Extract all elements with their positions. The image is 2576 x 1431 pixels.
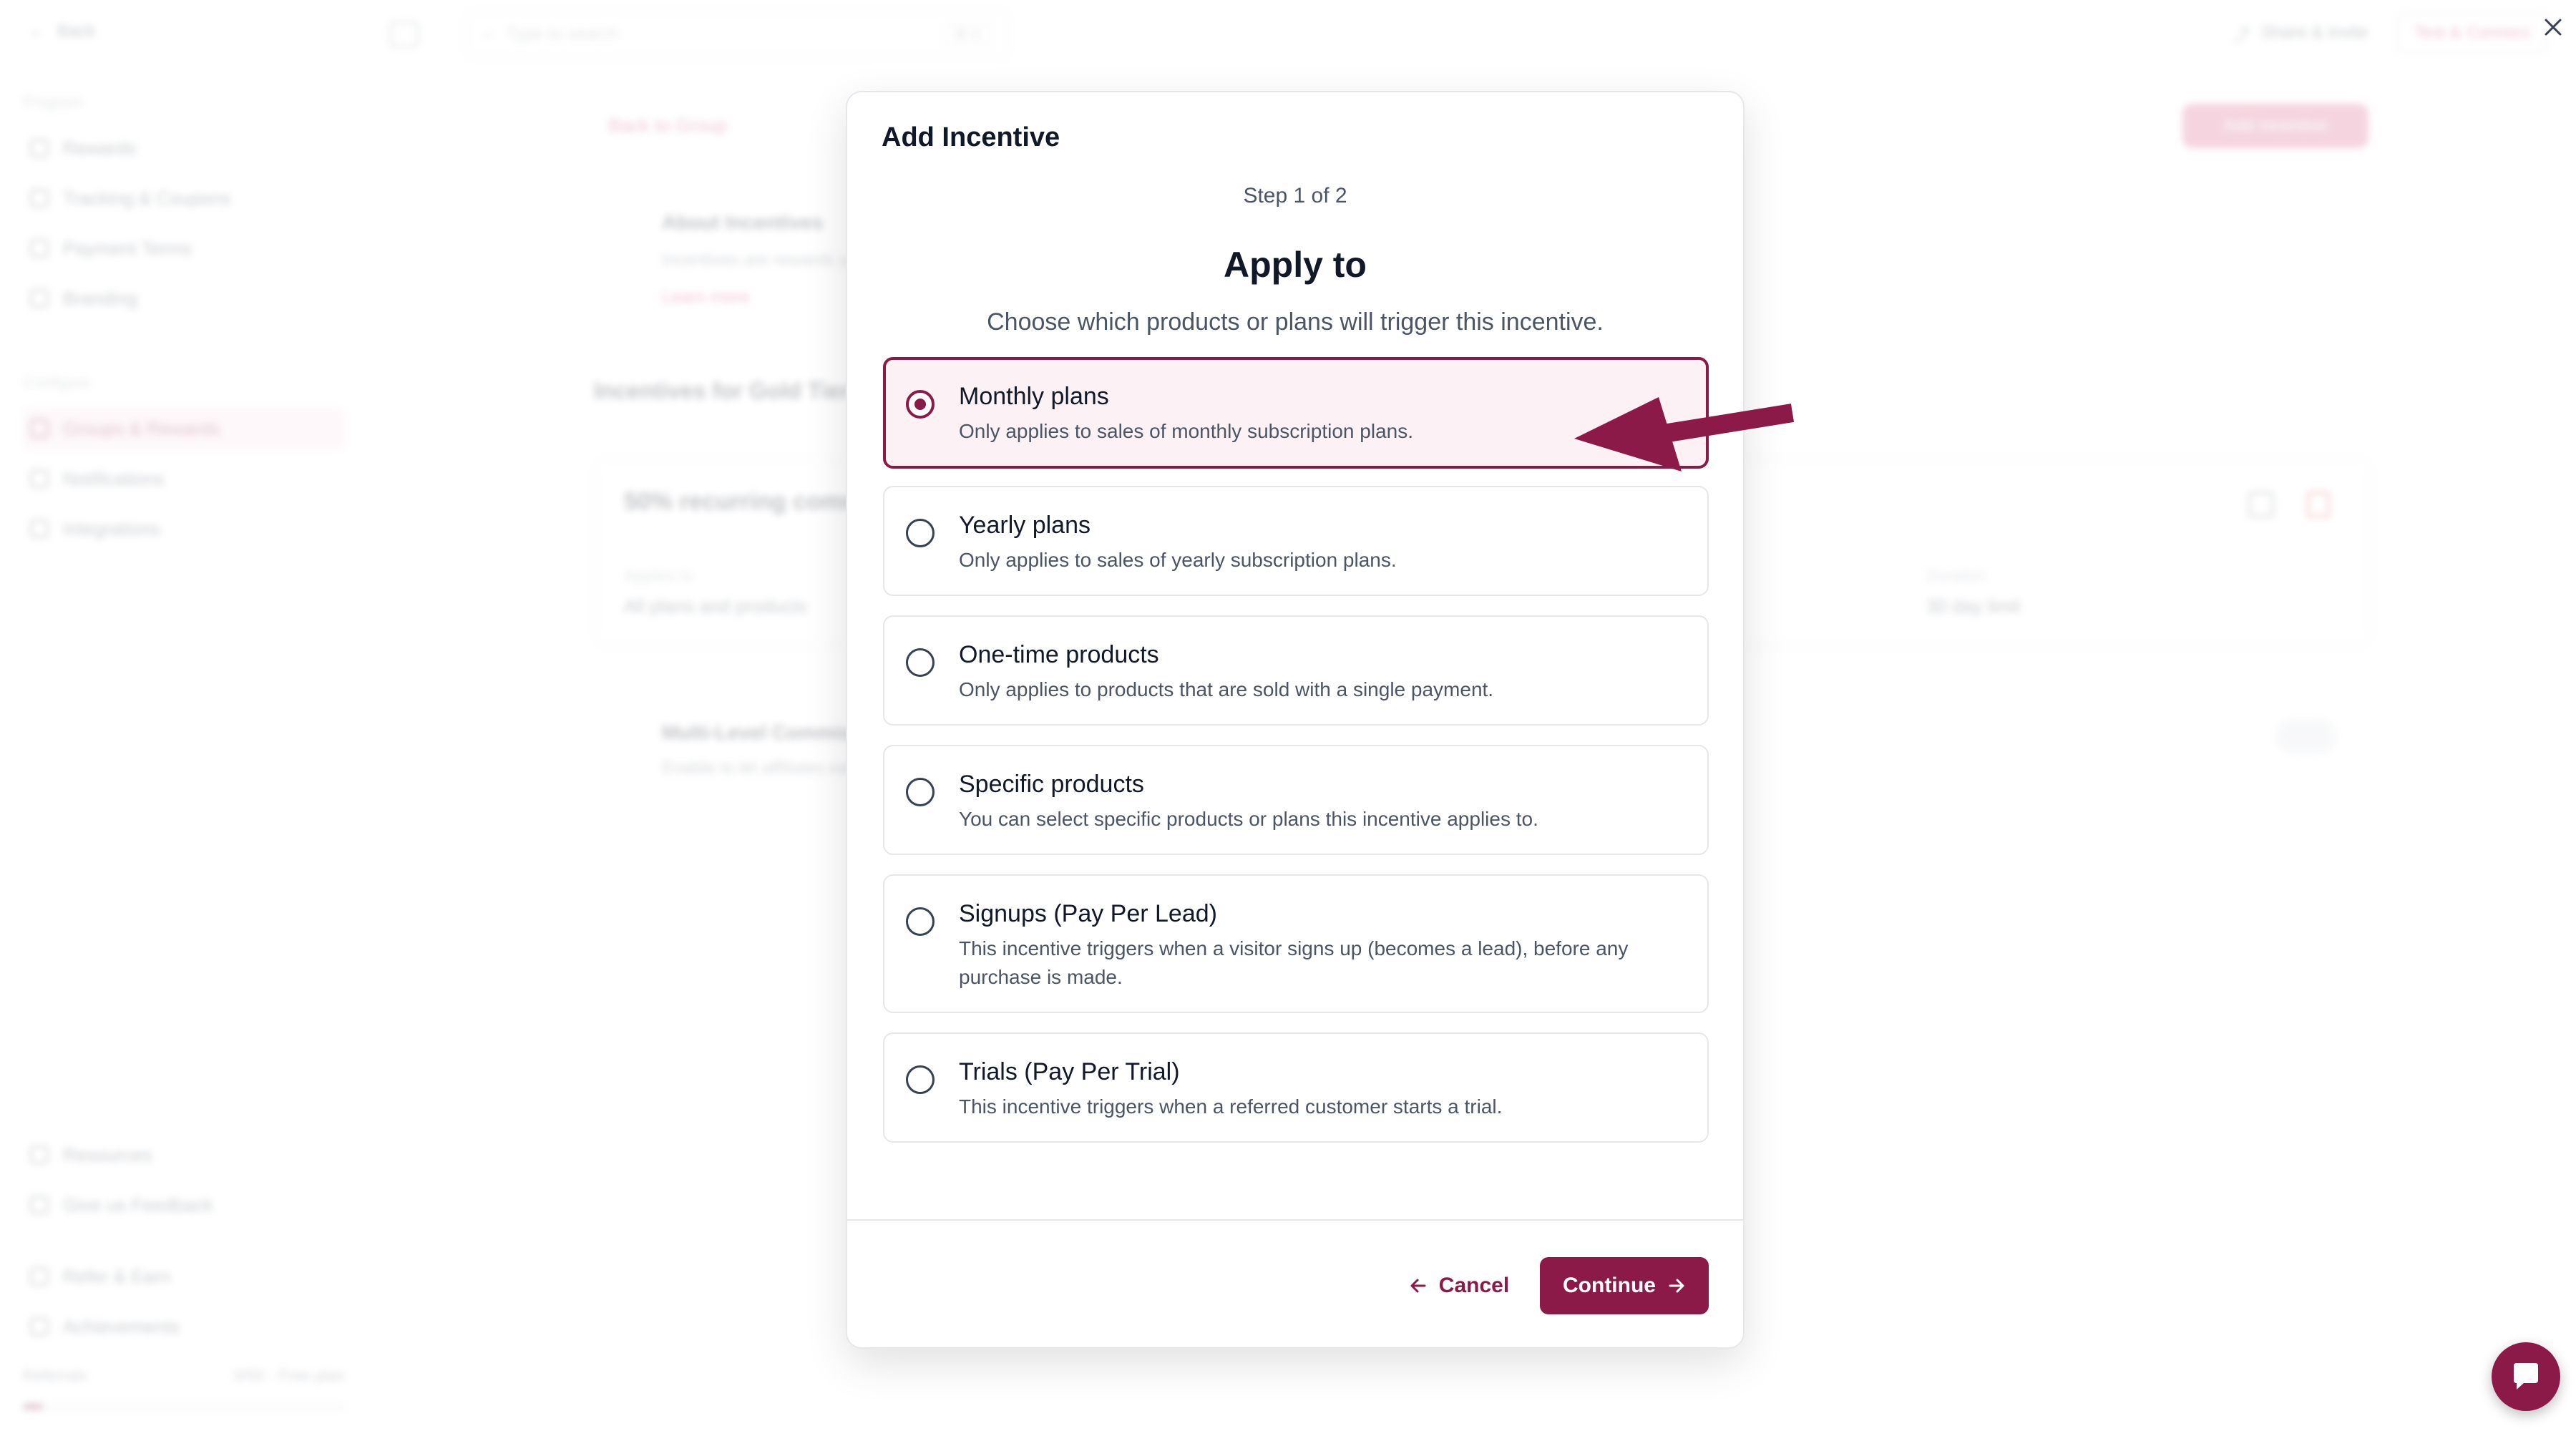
option-description: This incentive triggers when a referred …: [959, 1095, 1503, 1118]
footer-divider: [847, 1219, 1743, 1221]
option-description: Only applies to products that are sold w…: [959, 678, 1494, 700]
radio-one-time-products[interactable]: [906, 648, 935, 677]
option-description: Only applies to sales of yearly subscrip…: [959, 549, 1397, 571]
continue-button[interactable]: Continue: [1540, 1257, 1709, 1314]
arrow-left-icon: [1410, 1279, 1426, 1293]
option-title: Signups (Pay Per Lead): [959, 900, 1217, 927]
option-yearly-plans[interactable]: Yearly plans Only applies to sales of ye…: [883, 486, 1709, 596]
option-one-time-products[interactable]: One-time products Only applies to produc…: [883, 615, 1709, 726]
radio-yearly-plans[interactable]: [906, 519, 935, 547]
radio-specific-products[interactable]: [906, 778, 935, 806]
add-incentive-modal: Add Incentive Step 1 of 2 Apply to Choos…: [846, 91, 1745, 1349]
step-subheading: Choose which products or plans will trig…: [987, 308, 1604, 336]
option-title: Yearly plans: [959, 512, 1091, 539]
chat-bubble-icon[interactable]: [2492, 1342, 2560, 1411]
radio-trials[interactable]: [906, 1065, 935, 1094]
option-title: Specific products: [959, 771, 1144, 798]
option-description: You can select specific products or plan…: [959, 808, 1538, 830]
modal-title: Add Incentive: [882, 122, 1060, 152]
option-title: Trials (Pay Per Trial): [959, 1058, 1180, 1085]
option-description: This incentive triggers when a visitor s…: [959, 937, 1629, 988]
step-heading: Apply to: [1224, 245, 1367, 285]
annotation-arrow-icon: [1574, 397, 1795, 472]
step-indicator: Step 1 of 2: [1243, 184, 1347, 207]
option-title: Monthly plans: [959, 383, 1109, 410]
radio-monthly-plans[interactable]: [906, 390, 935, 419]
arrow-right-icon: [1669, 1279, 1684, 1293]
option-signups[interactable]: Signups (Pay Per Lead) This incentive tr…: [883, 874, 1709, 1013]
cancel-button[interactable]: Cancel: [1398, 1257, 1520, 1314]
option-specific-products[interactable]: Specific products You can select specifi…: [883, 745, 1709, 855]
close-icon[interactable]: [2539, 13, 2567, 41]
option-title: One-time products: [959, 641, 1159, 668]
option-trials[interactable]: Trials (Pay Per Trial) This incentive tr…: [883, 1032, 1709, 1143]
option-description: Only applies to sales of monthly subscri…: [959, 420, 1413, 442]
radio-signups[interactable]: [906, 907, 935, 936]
